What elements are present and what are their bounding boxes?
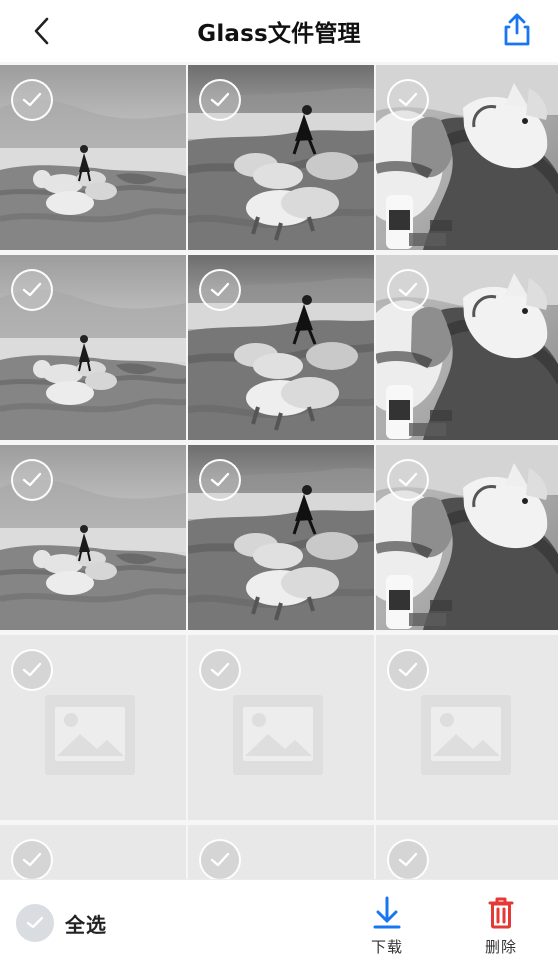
download-button[interactable]: 下载	[360, 896, 414, 956]
file-grid-scroll-area[interactable]	[0, 62, 558, 879]
select-checkbox[interactable]	[11, 269, 53, 311]
placeholder-tile[interactable]	[376, 635, 558, 820]
select-checkbox[interactable]	[387, 839, 429, 879]
back-button[interactable]	[26, 14, 58, 48]
select-checkbox[interactable]	[11, 459, 53, 501]
select-checkbox[interactable]	[199, 79, 241, 121]
select-checkbox[interactable]	[387, 269, 429, 311]
checkmark-icon	[210, 282, 230, 297]
select-all-label: 全选	[65, 912, 107, 937]
checkmark-icon	[398, 472, 418, 487]
trash-icon	[486, 896, 516, 930]
delete-label: 删除	[484, 938, 517, 956]
placeholder-tile[interactable]	[0, 635, 186, 820]
placeholder-tile[interactable]	[188, 825, 374, 879]
placeholder-tile[interactable]	[188, 635, 374, 820]
photo-tile[interactable]	[188, 255, 374, 440]
file-manager-screen: Glass文件管理 全选 下载 删除	[0, 0, 558, 970]
download-label: 下载	[370, 938, 403, 956]
page-title: Glass文件管理	[197, 21, 361, 47]
checkmark-icon	[22, 852, 42, 867]
checkmark-icon	[26, 916, 44, 929]
select-all-button[interactable]: 全选	[16, 904, 107, 942]
checkmark-icon	[210, 92, 230, 107]
photo-tile[interactable]	[376, 65, 558, 250]
select-checkbox[interactable]	[199, 649, 241, 691]
checkmark-icon	[22, 282, 42, 297]
select-checkbox[interactable]	[199, 839, 241, 879]
checkmark-icon	[398, 282, 418, 297]
photo-tile[interactable]	[376, 445, 558, 630]
placeholder-tile[interactable]	[376, 825, 558, 879]
checkmark-icon	[22, 92, 42, 107]
photo-tile[interactable]	[188, 445, 374, 630]
photo-tile[interactable]	[188, 65, 374, 250]
select-checkbox[interactable]	[199, 459, 241, 501]
checkmark-icon	[210, 472, 230, 487]
checkmark-icon	[22, 472, 42, 487]
checkmark-icon	[398, 852, 418, 867]
checkmark-icon	[210, 662, 230, 677]
download-icon	[372, 896, 402, 930]
top-navigation-bar: Glass文件管理	[0, 0, 558, 62]
bottom-action-bar: 全选 下载 删除	[0, 879, 558, 970]
placeholder-tile[interactable]	[0, 825, 186, 879]
select-checkbox[interactable]	[387, 79, 429, 121]
select-checkbox[interactable]	[199, 269, 241, 311]
select-checkbox[interactable]	[11, 79, 53, 121]
select-all-checkbox[interactable]	[16, 904, 54, 942]
photo-tile[interactable]	[0, 445, 186, 630]
select-checkbox[interactable]	[387, 459, 429, 501]
photo-tile[interactable]	[0, 255, 186, 440]
checkmark-icon	[22, 662, 42, 677]
photo-tile[interactable]	[376, 255, 558, 440]
delete-button[interactable]: 删除	[474, 896, 528, 956]
checkmark-icon	[210, 852, 230, 867]
photo-tile[interactable]	[0, 65, 186, 250]
select-checkbox[interactable]	[11, 839, 53, 879]
select-checkbox[interactable]	[11, 649, 53, 691]
checkmark-icon	[398, 662, 418, 677]
image-placeholder-icon	[45, 695, 135, 775]
image-placeholder-icon	[233, 695, 323, 775]
share-button[interactable]	[500, 11, 534, 49]
share-icon	[504, 13, 530, 46]
image-placeholder-icon	[421, 695, 511, 775]
back-icon	[34, 17, 49, 45]
file-grid	[0, 62, 558, 879]
checkmark-icon	[398, 92, 418, 107]
select-checkbox[interactable]	[387, 649, 429, 691]
